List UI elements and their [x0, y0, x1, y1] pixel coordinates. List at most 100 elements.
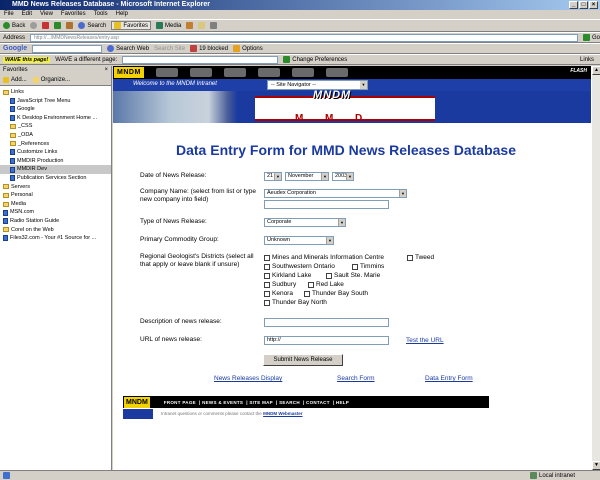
footer-front-page-link[interactable]: FRONT PAGE [164, 400, 196, 405]
page-icon [10, 166, 15, 173]
welcome-text: Welcome to the MNDM Intranet [133, 81, 217, 87]
stop-icon[interactable] [42, 22, 50, 29]
popup-blocker[interactable]: 19 blocked [190, 45, 228, 52]
district-checkbox[interactable]: Mines and Minerals Information Centre [264, 254, 384, 261]
close-favorites-icon[interactable]: × [104, 66, 108, 75]
year-select[interactable]: 2003 ▼ [332, 172, 354, 181]
district-checkbox[interactable]: Kirkland Lake [264, 272, 311, 279]
forward-arrow-icon[interactable] [30, 22, 38, 29]
maximize-button[interactable]: □ [579, 1, 588, 9]
favorite-item[interactable]: _CSS [0, 122, 111, 131]
favorite-item[interactable]: Files32.com - Your #1 Source for ... [0, 234, 111, 243]
wave-url-input[interactable] [122, 55, 279, 64]
district-checkbox[interactable]: Red Lake [308, 281, 344, 288]
media-button[interactable]: Media [156, 22, 181, 29]
favorite-item[interactable]: JavaScript Tree Menu [0, 97, 111, 106]
minimize-button[interactable]: _ [569, 1, 578, 9]
commodity-select[interactable]: Unknown ▼ [264, 236, 334, 245]
url-input[interactable]: http:// [264, 336, 389, 345]
search-site-button[interactable]: Search Site [154, 46, 185, 52]
district-checkbox[interactable]: Kenora [264, 290, 293, 297]
go-button[interactable]: Go [582, 34, 600, 41]
mndm-logo[interactable]: MNDM [114, 67, 144, 78]
nav-mail-icon[interactable] [291, 68, 314, 77]
webmaster-link[interactable]: MNDM Webmaster [263, 411, 302, 416]
favorites-button[interactable]: Favorites [111, 21, 152, 30]
submit-button[interactable]: Submit News Release [263, 354, 343, 366]
company-new-input[interactable] [264, 200, 389, 209]
district-checkbox[interactable]: Thunder Bay South [304, 290, 368, 297]
district-checkbox[interactable]: Timmins [352, 263, 384, 270]
favorite-item[interactable]: Links [0, 88, 111, 97]
favorite-item[interactable]: Media [0, 200, 111, 209]
menu-favorites[interactable]: Favorites [61, 10, 86, 19]
footer-help-link[interactable]: HELP [336, 400, 349, 405]
refresh-icon[interactable] [54, 22, 62, 29]
district-checkbox[interactable]: Tweed [407, 254, 434, 261]
nav-home-icon[interactable] [155, 68, 178, 77]
month-select[interactable]: November ▼ [285, 172, 329, 181]
search-button[interactable]: Search [78, 22, 106, 29]
close-button[interactable]: × [589, 1, 598, 9]
description-input[interactable] [264, 318, 389, 327]
folder-icon [10, 124, 16, 130]
wave-this-page-button[interactable]: WAVE this page! [3, 56, 51, 63]
scroll-up-icon[interactable]: ▲ [592, 66, 600, 75]
favorite-label: Files32.com - Your #1 Source for ... [10, 235, 97, 242]
links-label[interactable]: Links [580, 57, 594, 63]
nav-globe-icon[interactable] [223, 68, 246, 77]
menu-help[interactable]: Help [116, 10, 128, 19]
news-releases-display-link[interactable]: News Releases Display [214, 375, 282, 382]
favorite-item[interactable]: Corel on the Web [0, 226, 111, 235]
favorite-item[interactable]: K Desktop Environment Home ... [0, 114, 111, 123]
favorite-item[interactable]: _ODA [0, 131, 111, 140]
footer-news-link[interactable]: NEWS & EVENTS [202, 400, 243, 405]
vertical-scrollbar[interactable]: ▲ ▼ [591, 66, 600, 470]
history-icon[interactable] [186, 22, 194, 29]
print-icon[interactable] [210, 22, 218, 29]
favorite-item[interactable]: MMDIR Dev [0, 165, 111, 174]
options-button[interactable]: Options [233, 45, 263, 52]
google-search-input[interactable] [32, 44, 103, 53]
back-button[interactable]: Back [3, 22, 25, 29]
footer-search-link[interactable]: SEARCH [279, 400, 300, 405]
address-input[interactable]: http://.../MMDNewsReleases/entry.asp [30, 33, 578, 42]
organize-favorites-button[interactable]: Organize... [32, 77, 70, 83]
favorite-item[interactable]: Radio Station Guide [0, 217, 111, 226]
favorite-item[interactable]: MSN.com [0, 208, 111, 217]
company-select[interactable]: Aeudex Corporation ▼ [264, 189, 407, 198]
district-checkbox[interactable]: Sudbury [264, 281, 296, 288]
favorite-item[interactable]: Google [0, 105, 111, 114]
favorite-item[interactable]: Customize Links [0, 148, 111, 157]
footer-site-map-link[interactable]: SITE MAP [249, 400, 273, 405]
flash-label[interactable]: FLASH [570, 68, 587, 74]
nav-search-icon[interactable] [257, 68, 280, 77]
search-form-link[interactable]: Search Form [337, 375, 375, 382]
menu-file[interactable]: File [4, 10, 14, 19]
test-url-link[interactable]: Test the URL [406, 337, 444, 344]
day-select[interactable]: 21 ▼ [264, 172, 282, 181]
search-web-button[interactable]: Search Web [107, 45, 149, 52]
type-select[interactable]: Corporate ▼ [264, 218, 346, 227]
favorite-item[interactable]: Publication Services Section [0, 174, 111, 183]
district-checkbox[interactable]: Sault Ste. Marie [326, 272, 380, 279]
footer-logo[interactable]: MNDM [124, 396, 150, 408]
home-icon[interactable] [66, 22, 74, 29]
favorite-item[interactable]: Servers [0, 183, 111, 192]
data-entry-form-link[interactable]: Data Entry Form [425, 375, 473, 382]
district-checkbox[interactable]: Thunder Bay North [264, 299, 327, 306]
add-favorite-button[interactable]: Add... [3, 77, 27, 83]
nav-people-icon[interactable] [189, 68, 212, 77]
district-checkbox[interactable]: Southwestern Ontario [264, 263, 335, 270]
menu-view[interactable]: View [40, 10, 53, 19]
menu-tools[interactable]: Tools [94, 10, 108, 19]
footer-contact-link[interactable]: CONTACT [306, 400, 330, 405]
menu-edit[interactable]: Edit [22, 10, 32, 19]
scroll-down-icon[interactable]: ▼ [592, 461, 600, 470]
change-preferences-button[interactable]: Change Preferences [283, 56, 347, 63]
favorite-item[interactable]: _References [0, 140, 111, 149]
favorite-item[interactable]: MMDIR Production [0, 157, 111, 166]
mail-icon[interactable] [198, 22, 206, 29]
favorite-item[interactable]: Personal [0, 191, 111, 200]
nav-help-icon[interactable] [325, 68, 348, 77]
